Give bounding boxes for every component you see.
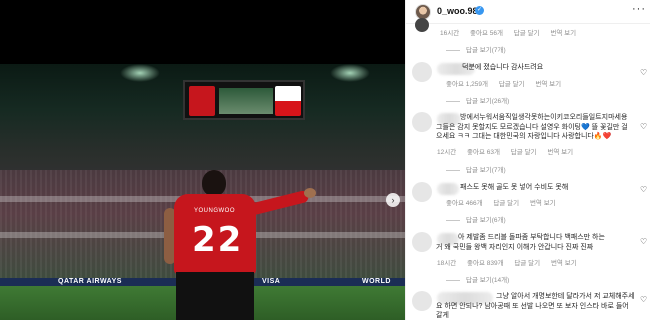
heart-icon[interactable]: ♡ bbox=[640, 237, 647, 246]
comment-meta: 18시간 좋아요 839개 답글 달기 번역 보기 bbox=[437, 257, 586, 267]
jersey-name: YOUNGWOO bbox=[194, 208, 235, 214]
adboard-text: WORLD bbox=[362, 278, 391, 285]
verified-icon: ✓ bbox=[475, 6, 484, 15]
comment-line: 으세요 ㅋㅋ 그대는 대한민국의 자랑입니다 사랑합니다🔥❤️ bbox=[436, 133, 612, 140]
player-jersey: YOUNGWOO 22 bbox=[174, 194, 256, 274]
player-head bbox=[202, 170, 226, 196]
adboard-text: QATAR AIRWAYS bbox=[58, 278, 122, 285]
heart-icon[interactable]: ♡ bbox=[640, 122, 647, 131]
comment-avatar[interactable] bbox=[412, 291, 432, 311]
comment-text: 덕분에 졌습니다 감사드려요 bbox=[462, 64, 544, 71]
comment-text: 패스도 못해 골도 못 넣어 수비도 못해 bbox=[460, 184, 569, 191]
view-replies-button[interactable]: 답글 보기(7개) bbox=[446, 164, 506, 174]
jersey-number: 22 bbox=[192, 220, 244, 260]
heart-icon[interactable]: ♡ bbox=[640, 185, 647, 194]
flag-right bbox=[275, 86, 301, 116]
view-replies-button[interactable]: 답글 보기(6개) bbox=[446, 214, 506, 224]
reply-button[interactable]: 답글 달기 bbox=[514, 260, 540, 267]
reply-button[interactable]: 답글 달기 bbox=[514, 30, 540, 37]
reply-button[interactable]: 답글 달기 bbox=[493, 200, 519, 207]
player-shorts bbox=[176, 272, 254, 320]
comment-likes[interactable]: 좋아요 839개 bbox=[467, 260, 504, 267]
comment-line: 그들은 감지 못할지도 모르겠습니다 설영우 화이팅💙 뜰 꽃길만 걸 bbox=[436, 123, 628, 131]
comment-text: 방에서누워서움직일생각못하는이키코오리들일트지마세용 그들은 감지 못할지도 모… bbox=[436, 113, 634, 142]
comment-line: 거 왜 국민들 왕백 자리인지 이해가 안갑니다 진짜 진짜 bbox=[436, 243, 594, 251]
comment-time: 12시간 bbox=[437, 149, 457, 156]
translate-button[interactable]: 번역 보기 bbox=[530, 200, 556, 207]
view-replies-button[interactable]: 답글 보기(7개) bbox=[446, 44, 506, 54]
comment-avatar[interactable] bbox=[415, 18, 429, 32]
comment-time: 16시간 bbox=[440, 30, 460, 37]
comment-line: 갈게 bbox=[436, 312, 449, 319]
photo-letterbox bbox=[0, 0, 405, 64]
translate-button[interactable]: 번역 보기 bbox=[551, 260, 577, 267]
comment-likes[interactable]: 좋아요 466개 bbox=[446, 200, 483, 207]
reply-button[interactable]: 답글 달기 bbox=[511, 149, 537, 156]
comment-avatar[interactable] bbox=[412, 112, 432, 132]
translate-button[interactable]: 번역 보기 bbox=[550, 30, 576, 37]
comment-avatar[interactable] bbox=[412, 62, 432, 82]
blurred-username bbox=[437, 183, 459, 195]
comment-text: 그냥 알아서 개명보한테 달라가서 저 교체해주세 요 하면 안되나? 남아공때… bbox=[436, 292, 636, 320]
comment-meta: 좋아요 466개 답글 달기 번역 보기 bbox=[437, 197, 565, 207]
post-header: 0_woo.98 ✓ ··· bbox=[406, 0, 650, 24]
chevron-right-icon[interactable]: › bbox=[386, 193, 400, 207]
comment-text: 아 제발좀 드리블 돌파좀 부탁합니다 백패스만 하는 거 왜 국민들 왕백 자… bbox=[436, 233, 636, 252]
comment-meta: 16시간 좋아요 56개 답글 달기 번역 보기 bbox=[440, 27, 585, 37]
stadium-scoreboard bbox=[183, 80, 305, 120]
username[interactable]: 0_woo.98 bbox=[437, 6, 478, 16]
floodlight bbox=[120, 64, 160, 82]
comment-likes[interactable]: 좋아요 1,259개 bbox=[446, 81, 488, 88]
comments-panel: 0_woo.98 ✓ ··· 16시간 좋아요 56개 답글 달기 번역 보기 … bbox=[405, 0, 650, 320]
comment-time: 18시간 bbox=[437, 260, 457, 267]
comment-meta: 12시간 좋아요 63개 답글 달기 번역 보기 bbox=[437, 146, 582, 156]
flag-left bbox=[189, 86, 215, 116]
translate-button[interactable]: 번역 보기 bbox=[547, 149, 573, 156]
comment-meta: 좋아요 1,259개 답글 달기 번역 보기 bbox=[437, 78, 570, 88]
comment-avatar[interactable] bbox=[412, 182, 432, 202]
player-hand bbox=[304, 188, 316, 198]
view-replies-button[interactable]: 답글 보기(14개) bbox=[446, 274, 509, 284]
comment-likes[interactable]: 좋아요 56개 bbox=[470, 30, 503, 37]
comment-line: 방에서누워서움직일생각못하는이키코오리들일트지마세용 bbox=[460, 114, 628, 121]
heart-icon[interactable]: ♡ bbox=[640, 295, 647, 304]
comment-avatar[interactable] bbox=[412, 232, 432, 252]
translate-button[interactable]: 번역 보기 bbox=[535, 81, 561, 88]
more-icon[interactable]: ··· bbox=[632, 3, 646, 15]
floodlight bbox=[330, 64, 370, 82]
view-replies-button[interactable]: 답글 보기(26개) bbox=[446, 95, 509, 105]
reply-button[interactable]: 답글 달기 bbox=[499, 81, 525, 88]
heart-icon[interactable]: ♡ bbox=[640, 68, 647, 77]
post-photo[interactable]: QATAR AIRWAYS VISA WORLD YOUNGWOO 22 › bbox=[0, 0, 405, 320]
comment-line: 아 제발좀 드리블 돌파좀 부탁합니다 백패스만 하는 bbox=[458, 234, 605, 241]
scoreboard-screen bbox=[219, 88, 273, 114]
comment-likes[interactable]: 좋아요 63개 bbox=[467, 149, 500, 156]
comment-line: 그냥 알아서 개명보한테 달라가서 저 교체해주세 bbox=[496, 293, 635, 300]
comment-line: 요 하면 안되나? 남아공때 또 선발 나오면 또 보자 인스타 바로 들어 bbox=[436, 302, 629, 310]
player: YOUNGWOO 22 bbox=[162, 168, 316, 320]
